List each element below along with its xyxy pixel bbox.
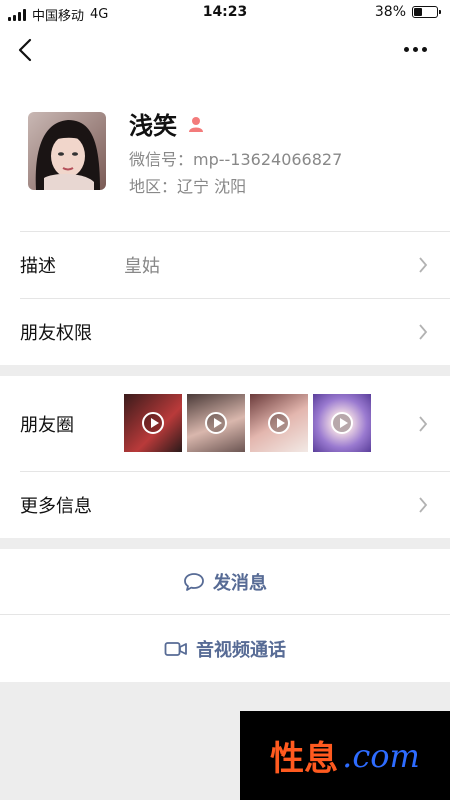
chevron-right-icon bbox=[419, 256, 428, 273]
chevron-left-icon bbox=[18, 38, 32, 62]
play-icon bbox=[268, 412, 290, 434]
watermark-logo: 性息 .com bbox=[240, 711, 450, 800]
watermark-brand-en: .com bbox=[342, 736, 420, 775]
status-bar: 中国移动 4G 14:23 38% bbox=[0, 0, 450, 26]
more-info-row[interactable]: 更多信息 bbox=[0, 471, 450, 538]
permissions-row[interactable]: 朋友权限 bbox=[0, 298, 450, 365]
more-info-label: 更多信息 bbox=[20, 495, 92, 517]
play-icon bbox=[142, 412, 164, 434]
profile-card: 浅笑 微信号：mp--13624066827 地区：辽宁 沈阳 bbox=[0, 76, 450, 231]
moment-thumbnail[interactable] bbox=[124, 394, 182, 452]
permissions-label: 朋友权限 bbox=[20, 322, 92, 344]
region: 地区：辽宁 沈阳 bbox=[129, 177, 247, 196]
moment-thumbnail[interactable] bbox=[313, 394, 371, 452]
send-message-label: 发消息 bbox=[213, 572, 267, 594]
status-right: 38% bbox=[374, 4, 441, 20]
send-message-button[interactable]: 发消息 bbox=[0, 549, 450, 614]
moment-thumbnail[interactable] bbox=[187, 394, 245, 452]
back-button[interactable] bbox=[14, 36, 38, 64]
battery-percent: 38% bbox=[374, 4, 406, 20]
more-dots-icon bbox=[404, 46, 409, 52]
name-row: 浅笑 bbox=[129, 106, 205, 141]
video-call-button[interactable]: 音视频通话 bbox=[0, 615, 450, 682]
chat-bubble-icon bbox=[184, 572, 204, 591]
video-call-label: 音视频通话 bbox=[196, 639, 286, 661]
moments-row[interactable]: 朋友圈 bbox=[0, 376, 450, 471]
battery-icon bbox=[412, 6, 441, 18]
watermark-brand-cn: 性息 bbox=[270, 739, 339, 779]
description-value: 皇姑 bbox=[124, 255, 160, 277]
female-person-icon bbox=[189, 116, 203, 132]
play-icon bbox=[331, 412, 353, 434]
video-camera-icon bbox=[164, 641, 187, 656]
moments-thumbnails bbox=[124, 394, 371, 452]
watermark-overlay-text: .com bbox=[10, 392, 74, 417]
wechat-id: 微信号：mp--13624066827 bbox=[129, 150, 343, 169]
description-label: 描述 bbox=[20, 255, 56, 277]
avatar[interactable] bbox=[28, 112, 106, 190]
chevron-right-icon bbox=[419, 323, 428, 340]
battery-fill bbox=[414, 8, 423, 16]
more-button[interactable] bbox=[404, 44, 430, 54]
profile-name: 浅笑 bbox=[129, 112, 177, 140]
top-nav bbox=[0, 26, 450, 76]
chevron-right-icon bbox=[419, 415, 428, 432]
info-section: 描述 皇姑 朋友权限 bbox=[0, 231, 450, 365]
chevron-right-icon bbox=[419, 496, 428, 513]
description-row[interactable]: 描述 皇姑 bbox=[0, 231, 450, 298]
moment-thumbnail[interactable] bbox=[250, 394, 308, 452]
play-icon bbox=[205, 412, 227, 434]
